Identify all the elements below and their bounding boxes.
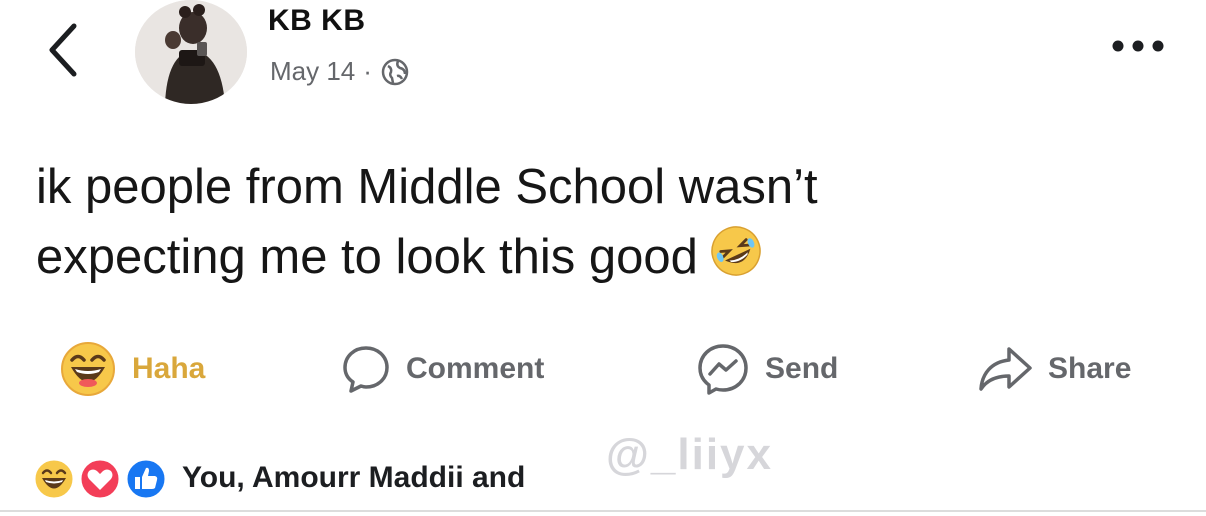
avatar[interactable] bbox=[135, 0, 247, 104]
more-options-button[interactable] bbox=[1108, 32, 1168, 60]
share-button[interactable]: Share bbox=[976, 330, 1131, 408]
comment-bubble-icon bbox=[343, 346, 389, 393]
chevron-left-icon bbox=[49, 23, 77, 77]
tiktok-watermark: @_liiyx bbox=[606, 430, 773, 479]
share-label: Share bbox=[1048, 352, 1132, 385]
like-reaction-icon bbox=[124, 457, 168, 501]
comment-label: Comment bbox=[406, 352, 545, 385]
rolling-laughing-emoji-icon bbox=[711, 226, 761, 276]
love-reaction-icon bbox=[78, 457, 122, 501]
haha-reaction-icon bbox=[32, 457, 76, 501]
send-button[interactable]: Send bbox=[695, 330, 838, 408]
haha-button[interactable]: Haha bbox=[58, 330, 205, 408]
post-actions-bar: Haha Comment Send Share bbox=[0, 330, 1206, 408]
more-dots-icon bbox=[1112, 40, 1164, 52]
divider bbox=[0, 510, 1206, 512]
meta-separator: · bbox=[363, 56, 372, 86]
reactions-summary: You, Amourr Maddii and bbox=[30, 450, 525, 506]
author-name[interactable]: KB KB bbox=[268, 4, 366, 38]
post-text-line-2-text: expecting me to look this good bbox=[36, 230, 698, 284]
post-body: ik people from Middle School wasn’t expe… bbox=[36, 152, 1036, 292]
globe-icon[interactable] bbox=[380, 57, 410, 87]
post-text-line-2: expecting me to look this good bbox=[36, 222, 1036, 292]
post-text-line-1: ik people from Middle School wasn’t bbox=[36, 160, 818, 214]
share-arrow-icon bbox=[979, 347, 1032, 391]
haha-label: Haha bbox=[132, 352, 206, 385]
post-meta: May 14 · bbox=[270, 56, 410, 87]
haha-face-icon bbox=[61, 342, 115, 396]
reactions-text[interactable]: You, Amourr Maddii and bbox=[182, 461, 525, 495]
back-button[interactable] bbox=[40, 20, 90, 80]
profile-photo bbox=[135, 0, 247, 104]
comment-button[interactable]: Comment bbox=[340, 330, 544, 408]
send-label: Send bbox=[765, 352, 839, 385]
post-header: KB KB May 14 · bbox=[0, 0, 1206, 120]
post-date[interactable]: May 14 bbox=[270, 56, 355, 87]
messenger-icon bbox=[698, 344, 748, 395]
reaction-icons[interactable] bbox=[30, 453, 172, 503]
